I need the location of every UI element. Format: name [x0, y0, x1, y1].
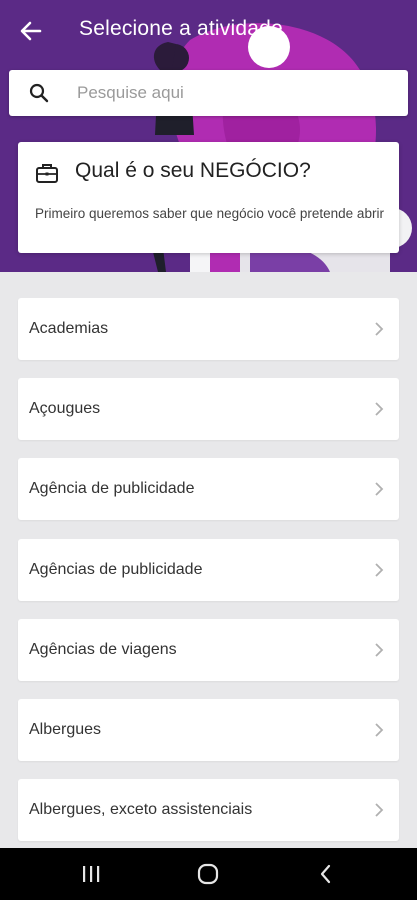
- system-navigation-bar: [0, 848, 417, 900]
- chevron-right-icon: [359, 802, 399, 818]
- list-item-label: Agências de viagens: [29, 641, 177, 658]
- briefcase-icon: [35, 162, 59, 189]
- chevron-right-icon: [359, 642, 399, 658]
- list-item[interactable]: Albergues: [18, 699, 399, 761]
- chevron-right-icon: [359, 321, 399, 337]
- list-item[interactable]: Açougues: [18, 378, 399, 440]
- list-item[interactable]: Academias: [18, 298, 399, 360]
- chevron-right-icon: [359, 722, 399, 738]
- card-description: Primeiro queremos saber que negócio você…: [35, 206, 384, 221]
- list-item[interactable]: Albergues, exceto assistenciais: [18, 779, 399, 841]
- back-button[interactable]: [14, 16, 48, 46]
- list-item-label: Agências de publicidade: [29, 561, 203, 578]
- decorative-circle: [248, 26, 290, 68]
- recent-apps-button[interactable]: [71, 860, 111, 888]
- arrow-left-icon: [20, 21, 42, 41]
- list-item-label: Albergues, exceto assistenciais: [29, 801, 253, 818]
- system-back-button[interactable]: [305, 860, 345, 888]
- business-question-card: Qual é o seu NEGÓCIO? Primeiro queremos …: [18, 142, 399, 253]
- activity-list: Academias Açougues Agência de publicidad…: [0, 272, 417, 848]
- recent-apps-icon: [83, 866, 100, 882]
- search-input[interactable]: [69, 71, 408, 115]
- top-app-bar: Selecione a atividade: [0, 0, 417, 62]
- list-item-label: Agência de publicidade: [29, 480, 195, 497]
- list-item-label: Açougues: [29, 400, 101, 417]
- card-title: Qual é o seu NEGÓCIO?: [75, 159, 311, 182]
- home-icon: [197, 863, 219, 885]
- list-item[interactable]: Agências de publicidade: [18, 539, 399, 601]
- search-bar[interactable]: [9, 70, 408, 116]
- chevron-left-icon: [320, 864, 331, 884]
- search-icon: [9, 83, 69, 103]
- chevron-right-icon: [359, 481, 399, 497]
- list-item[interactable]: Agência de publicidade: [18, 458, 399, 520]
- home-button[interactable]: [188, 860, 228, 888]
- chevron-right-icon: [359, 562, 399, 578]
- list-item-label: Albergues: [29, 721, 102, 738]
- chevron-right-icon: [359, 401, 399, 417]
- list-item[interactable]: Agências de viagens: [18, 619, 399, 681]
- list-item-label: Academias: [29, 320, 109, 337]
